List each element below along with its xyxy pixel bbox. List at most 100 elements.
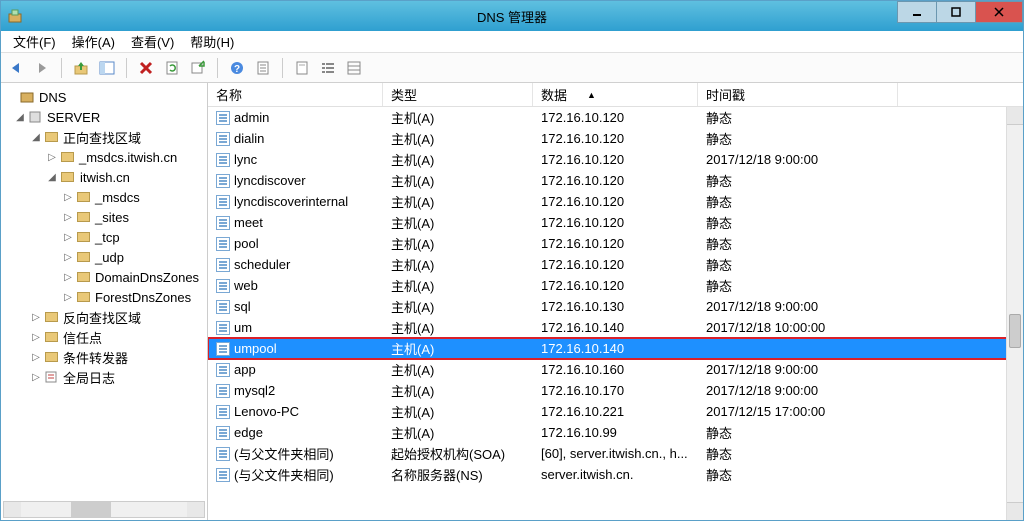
expander-icon[interactable]: ▷ <box>61 212 75 223</box>
menu-help[interactable]: 帮助(H) <box>182 30 242 53</box>
dns-icon <box>19 89 35 105</box>
server-icon <box>27 109 43 125</box>
tree-sub-_udp[interactable]: ▷_udp <box>1 247 207 267</box>
records-panel: 名称 类型 数据▲ 时间戳 admin主机(A)172.16.10.120静态d… <box>208 83 1023 520</box>
tree-sub-DomainDnsZones[interactable]: ▷DomainDnsZones <box>1 267 207 287</box>
table-row[interactable]: (与父文件夹相同)起始授权机构(SOA)[60], server.itwish.… <box>208 443 1023 464</box>
expander-icon[interactable]: ▷ <box>61 192 75 203</box>
table-row[interactable]: edge主机(A)172.16.10.99静态 <box>208 422 1023 443</box>
tree-horizontal-scrollbar[interactable] <box>3 501 205 518</box>
show-hide-tree-button[interactable] <box>96 57 118 79</box>
tree-server[interactable]: ◢SERVER <box>1 107 207 127</box>
table-row[interactable]: web主机(A)172.16.10.120静态 <box>208 275 1023 296</box>
table-row[interactable]: Lenovo-PC主机(A)172.16.10.2212017/12/15 17… <box>208 401 1023 422</box>
expander-icon[interactable]: ▷ <box>61 292 75 303</box>
title-bar[interactable]: DNS 管理器 <box>1 1 1023 31</box>
expander-icon[interactable]: ▷ <box>29 312 43 323</box>
folder-icon <box>75 269 91 285</box>
tree-dns-root[interactable]: DNS <box>1 87 207 107</box>
table-row[interactable]: scheduler主机(A)172.16.10.120静态 <box>208 254 1023 275</box>
record-icon <box>216 384 230 398</box>
tree-reverse-zones[interactable]: ▷反向查找区域 <box>1 307 207 327</box>
expander-icon[interactable]: ▷ <box>29 352 43 363</box>
folder-icon <box>43 329 59 345</box>
table-row[interactable]: (与父文件夹相同)名称服务器(NS)server.itwish.cn.静态 <box>208 464 1023 485</box>
expander-icon[interactable]: ▷ <box>61 252 75 263</box>
record-icon <box>216 174 230 188</box>
vertical-scrollbar[interactable] <box>1006 107 1023 520</box>
tree-trust-points[interactable]: ▷信任点 <box>1 327 207 347</box>
table-row[interactable]: umpool主机(A)172.16.10.140 <box>208 338 1023 359</box>
tree-zone-itwish[interactable]: ◢itwish.cn <box>1 167 207 187</box>
zone-icon <box>59 169 75 185</box>
expander-icon[interactable]: ▷ <box>29 332 43 343</box>
expander-icon[interactable]: ▷ <box>61 272 75 283</box>
folder-icon <box>75 209 91 225</box>
expander-icon[interactable]: ◢ <box>45 172 59 183</box>
help-button[interactable]: ? <box>226 57 248 79</box>
tree-sub-_tcp[interactable]: ▷_tcp <box>1 227 207 247</box>
nav-forward-button[interactable] <box>31 57 53 79</box>
record-icon <box>216 258 230 272</box>
maximize-button[interactable] <box>936 1 976 23</box>
toolbar-separator <box>126 58 127 78</box>
folder-icon <box>43 349 59 365</box>
export-button[interactable] <box>187 57 209 79</box>
tree-zone-msdcs[interactable]: ▷_msdcs.itwish.cn <box>1 147 207 167</box>
new-record-button[interactable] <box>291 57 313 79</box>
refresh-button[interactable] <box>161 57 183 79</box>
expander-icon[interactable]: ◢ <box>13 112 27 123</box>
detail-view-button[interactable] <box>343 57 365 79</box>
expander-icon[interactable]: ▷ <box>61 232 75 243</box>
properties-button[interactable] <box>252 57 274 79</box>
tree-conditional-forwarders[interactable]: ▷条件转发器 <box>1 347 207 367</box>
table-row[interactable]: mysql2主机(A)172.16.10.1702017/12/18 9:00:… <box>208 380 1023 401</box>
menu-action[interactable]: 操作(A) <box>64 30 123 53</box>
table-row[interactable]: app主机(A)172.16.10.1602017/12/18 9:00:00 <box>208 359 1023 380</box>
table-row[interactable]: um主机(A)172.16.10.1402017/12/18 10:00:00 <box>208 317 1023 338</box>
minimize-button[interactable] <box>897 1 937 23</box>
tree-sub-_msdcs[interactable]: ▷_msdcs <box>1 187 207 207</box>
app-icon <box>7 8 23 24</box>
tree-panel[interactable]: DNS ◢SERVER ◢正向查找区域 ▷_msdcs.itwish.cn ◢i… <box>1 83 208 520</box>
record-icon <box>216 363 230 377</box>
table-row[interactable]: sql主机(A)172.16.10.1302017/12/18 9:00:00 <box>208 296 1023 317</box>
col-timestamp-header[interactable]: 时间戳 <box>698 83 898 106</box>
table-row[interactable]: meet主机(A)172.16.10.120静态 <box>208 212 1023 233</box>
table-row[interactable]: lyncdiscoverinternal主机(A)172.16.10.120静态 <box>208 191 1023 212</box>
col-data-header[interactable]: 数据▲ <box>533 83 698 106</box>
table-row[interactable]: dialin主机(A)172.16.10.120静态 <box>208 128 1023 149</box>
zone-icon <box>59 149 75 165</box>
table-row[interactable]: lyncdiscover主机(A)172.16.10.120静态 <box>208 170 1023 191</box>
tree-forward-zones[interactable]: ◢正向查找区域 <box>1 127 207 147</box>
record-icon <box>216 279 230 293</box>
up-folder-button[interactable] <box>70 57 92 79</box>
table-row[interactable]: pool主机(A)172.16.10.120静态 <box>208 233 1023 254</box>
expander-icon[interactable]: ▷ <box>45 152 59 163</box>
scrollbar-thumb[interactable] <box>1009 314 1021 348</box>
records-body[interactable]: admin主机(A)172.16.10.120静态dialin主机(A)172.… <box>208 107 1023 502</box>
record-icon <box>216 426 230 440</box>
table-row[interactable]: admin主机(A)172.16.10.120静态 <box>208 107 1023 128</box>
tree-sub-ForestDnsZones[interactable]: ▷ForestDnsZones <box>1 287 207 307</box>
close-button[interactable] <box>975 1 1023 23</box>
log-icon <box>43 369 59 385</box>
col-type-header[interactable]: 类型 <box>383 83 533 106</box>
folder-icon <box>75 249 91 265</box>
tree-global-logs[interactable]: ▷全局日志 <box>1 367 207 387</box>
menu-file[interactable]: 文件(F) <box>5 30 64 53</box>
folder-icon <box>75 229 91 245</box>
menu-view[interactable]: 查看(V) <box>123 30 182 53</box>
menu-bar: 文件(F) 操作(A) 查看(V) 帮助(H) <box>1 31 1023 53</box>
list-view-button[interactable] <box>317 57 339 79</box>
expander-icon[interactable]: ◢ <box>29 132 43 143</box>
window-title: DNS 管理器 <box>477 7 547 26</box>
delete-button[interactable] <box>135 57 157 79</box>
record-icon <box>216 132 230 146</box>
col-name-header[interactable]: 名称 <box>208 83 383 106</box>
record-icon <box>216 468 230 482</box>
table-row[interactable]: lync主机(A)172.16.10.1202017/12/18 9:00:00 <box>208 149 1023 170</box>
tree-sub-_sites[interactable]: ▷_sites <box>1 207 207 227</box>
nav-back-button[interactable] <box>5 57 27 79</box>
expander-icon[interactable]: ▷ <box>29 372 43 383</box>
